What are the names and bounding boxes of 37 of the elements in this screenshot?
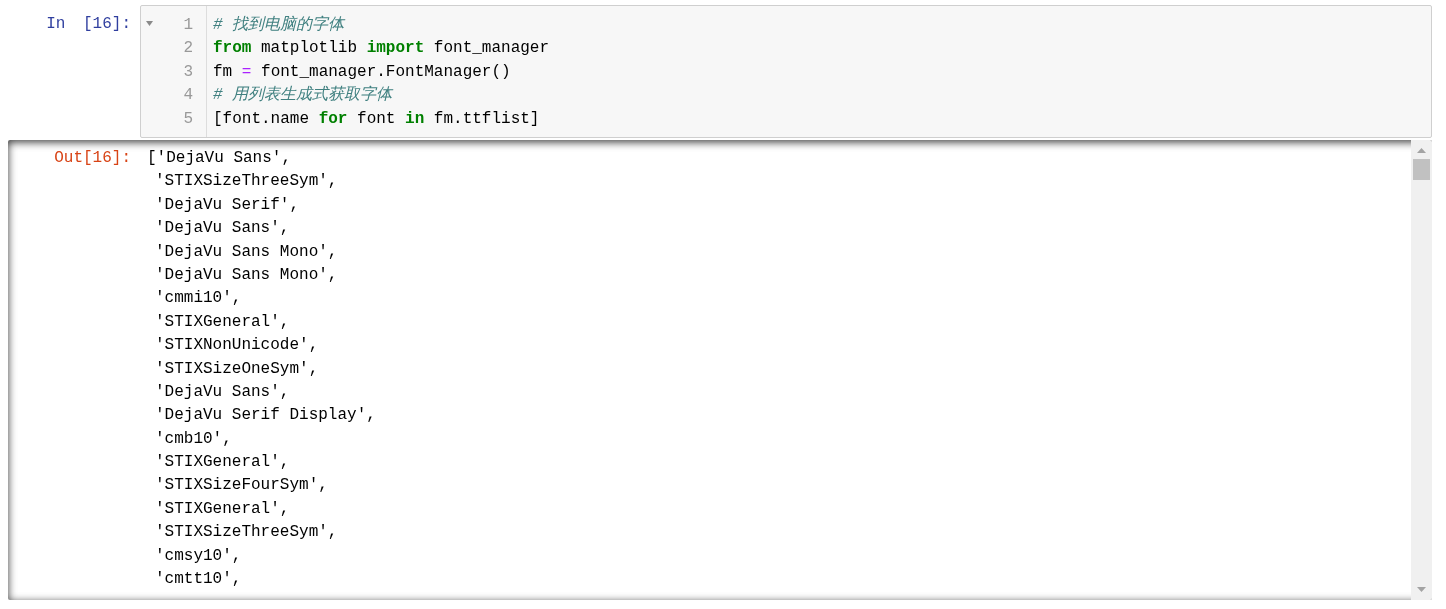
output-line: 'STIXSizeFourSym', [155, 475, 329, 497]
output-line: 'STIXNonUnicode', [155, 335, 320, 357]
output-line: 'cmsy10', [155, 545, 243, 567]
output-line: 'DejaVu Sans', [155, 218, 291, 240]
scrollbar-track[interactable] [1411, 140, 1432, 600]
output-line: 'STIXGeneral', [155, 498, 291, 520]
output-line: 'cmtt10', [155, 569, 243, 591]
output-line: 'STIXSizeOneSym', [155, 358, 320, 380]
code-line: [font.name for font in fm.ttflist] [213, 108, 541, 130]
line-number: 4 [183, 85, 193, 107]
output-prompt: Out[16]: [54, 148, 131, 169]
output-line: 'cmmi10', [155, 288, 243, 310]
output-line: 'STIXSizeThreeSym', [155, 171, 339, 193]
output-line: 'STIXSizeThreeSym', [155, 522, 339, 544]
output-line: 'STIXGeneral', [155, 452, 291, 474]
line-number: 3 [183, 61, 193, 83]
output-line: 'STIXGeneral', [155, 311, 291, 333]
output-line: 'DejaVu Serif Display', [155, 405, 376, 427]
output-line: 'DejaVu Sans Mono', [155, 241, 339, 263]
code-line: fm = font_manager.FontManager() [213, 61, 512, 83]
caret-icon[interactable] [146, 20, 153, 26]
code-line: from matplotlib import font_manager [213, 38, 550, 60]
output-line: 'DejaVu Sans', [155, 381, 291, 403]
output-line: 'DejaVu Sans Mono', [155, 264, 339, 286]
input-prompt: In [16]: [46, 14, 131, 35]
output-line: ['DejaVu Sans', [147, 148, 293, 169]
line-number: 2 [183, 38, 193, 60]
output-line: 'cmb10', [155, 428, 233, 450]
down-arrow-icon[interactable] [1417, 587, 1426, 592]
code-line: # 用列表生成式获取字体 [213, 84, 395, 107]
line-number: 1 [183, 15, 193, 36]
code-line: # 找到电脑的字体 [213, 14, 347, 36]
code-editor[interactable]: 1 2 3 4 5 # 找到电脑的字体 from matplotlib import font_manager fm = font_manager.FontManager() # 用列表生成式获取字体 [font.name for font in fm.ttflist] [140, 5, 1432, 138]
output-line: 'DejaVu Serif', [155, 194, 301, 216]
line-number: 5 [183, 108, 193, 130]
scrollbar-thumb[interactable] [1413, 159, 1430, 180]
up-arrow-icon[interactable] [1417, 148, 1426, 153]
